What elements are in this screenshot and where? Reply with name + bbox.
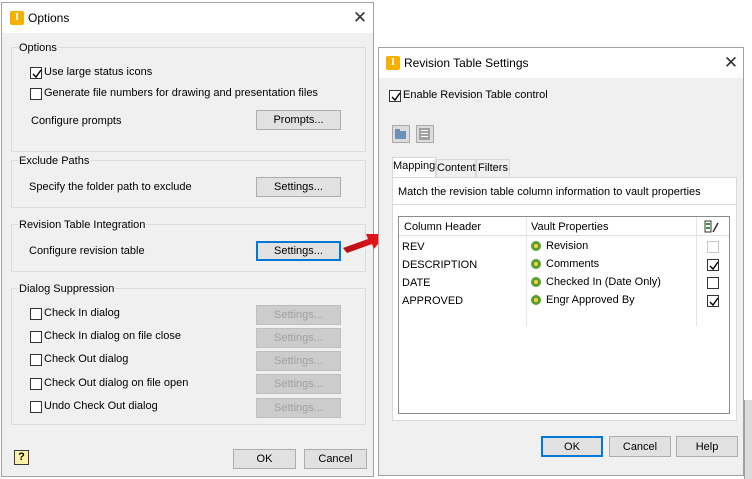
revision-integration-group-label: Revision Table Integration [18, 219, 147, 231]
vault-properties-heading[interactable]: Vault Properties [531, 221, 608, 233]
row-rev-property[interactable]: Revision [530, 240, 588, 252]
checkmark-icon [709, 297, 719, 307]
large-icons-checkbox[interactable] [30, 67, 42, 79]
row-rev-header[interactable]: REV [402, 241, 425, 253]
grid-col-divider-2 [696, 217, 697, 326]
revision-cancel-button[interactable]: Cancel [609, 436, 671, 457]
revision-integration-description: Configure revision table [29, 245, 145, 257]
grid-col-divider-1 [526, 217, 527, 326]
options-cancel-button[interactable]: Cancel [304, 449, 367, 469]
row-date-checkbox[interactable] [707, 277, 719, 289]
row-approved-header[interactable]: APPROVED [402, 295, 463, 307]
options-dialog: I Options ✕ Options Use large status ico… [1, 2, 374, 477]
edit-column-icon[interactable] [704, 219, 720, 234]
check-out-dialog-checkbox[interactable] [30, 354, 42, 366]
exclude-paths-group-label: Exclude Paths [18, 155, 91, 167]
check-in-close-settings-button[interactable]: Settings... [256, 328, 341, 348]
mappings-panel: Match the revision table column informat… [392, 177, 737, 421]
check-out-open-settings-button[interactable]: Settings... [256, 374, 341, 394]
vault-property-icon [531, 259, 541, 270]
row-approved-checkbox[interactable] [707, 295, 719, 307]
row-description-header[interactable]: DESCRIPTION [402, 259, 477, 271]
checkmark-icon [391, 92, 401, 102]
options-group [11, 47, 366, 152]
check-in-settings-button[interactable]: Settings... [256, 305, 341, 325]
file-numbers-label: Generate file numbers for drawing and pr… [44, 87, 318, 99]
revision-dialog-title: Revision Table Settings [404, 56, 529, 70]
column-header-heading[interactable]: Column Header [404, 221, 481, 233]
revision-table-settings-dialog: I Revision Table Settings ✕ Enable Revis… [378, 47, 744, 476]
mappings-grid: Column Header Vault Properties REV Revis… [398, 216, 730, 414]
dialog-suppression-group-label: Dialog Suppression [18, 283, 116, 295]
row-approved-property[interactable]: Engr Approved By [530, 294, 635, 306]
row-date-header[interactable]: DATE [402, 277, 431, 289]
row-rev-checkbox[interactable] [707, 241, 719, 253]
check-in-dialog-checkbox[interactable] [30, 308, 42, 320]
row-date-property-label: Checked In (Date Only) [546, 276, 661, 288]
revision-ok-button[interactable]: OK [541, 436, 603, 457]
options-group-label: Options [18, 42, 58, 54]
check-out-settings-button[interactable]: Settings... [256, 351, 341, 371]
tab-filters[interactable]: Filters [476, 159, 510, 177]
enable-revision-label: Enable Revision Table control [403, 89, 548, 101]
vault-property-icon [531, 277, 541, 288]
exclude-paths-description: Specify the folder path to exclude [29, 181, 192, 193]
check-out-dialog-label: Check Out dialog [44, 353, 129, 365]
check-out-open-label: Check Out dialog on file open [44, 377, 189, 389]
check-in-dialog-label: Check In dialog [44, 307, 120, 319]
vault-property-icon [531, 241, 541, 252]
undo-check-out-settings-button[interactable]: Settings... [256, 398, 341, 418]
row-rev-property-label: Revision [546, 240, 589, 252]
configure-prompts-label: Configure prompts [31, 115, 122, 127]
undo-check-out-label: Undo Check Out dialog [44, 400, 158, 412]
exclude-settings-button[interactable]: Settings... [256, 177, 341, 197]
undo-check-out-checkbox[interactable] [30, 401, 42, 413]
inventor-app-icon: I [386, 56, 400, 70]
row-date-property[interactable]: Checked In (Date Only) [530, 276, 661, 288]
row-description-property[interactable]: Comments [530, 258, 599, 270]
checkmark-icon [709, 261, 719, 271]
tab-mappings[interactable]: Mappings [392, 157, 441, 177]
inventor-app-icon: I [10, 11, 24, 25]
help-icon[interactable]: ? [14, 450, 29, 465]
revision-help-button[interactable]: Help [676, 436, 738, 457]
checkmark-icon [32, 69, 42, 79]
revision-close-icon[interactable]: ✕ [721, 53, 741, 73]
options-title-bar: I Options ✕ [2, 3, 373, 33]
row-description-property-label: Comments [546, 258, 600, 270]
check-in-close-label: Check In dialog on file close [44, 330, 181, 342]
options-ok-button[interactable]: OK [233, 449, 296, 469]
file-numbers-checkbox[interactable] [30, 88, 42, 100]
row-description-checkbox[interactable] [707, 259, 719, 271]
prompts-button[interactable]: Prompts... [256, 110, 341, 130]
revision-settings-button[interactable]: Settings... [256, 241, 341, 261]
table-settings-icon[interactable] [416, 125, 434, 143]
large-icons-label: Use large status icons [44, 66, 153, 78]
check-out-open-checkbox[interactable] [30, 378, 42, 390]
enable-revision-checkbox[interactable] [389, 90, 401, 102]
mappings-description: Match the revision table column informat… [398, 186, 701, 198]
tab-content[interactable]: Content [436, 159, 476, 177]
row-approved-property-label: Engr Approved By [546, 294, 635, 306]
options-title: Options [28, 11, 70, 25]
options-close-icon[interactable]: ✕ [350, 8, 370, 28]
vault-property-icon [531, 295, 541, 306]
open-folder-icon[interactable] [392, 125, 410, 143]
revision-title-bar: I Revision Table Settings ✕ [379, 48, 743, 78]
mappings-divider [393, 204, 736, 205]
check-in-close-checkbox[interactable] [30, 331, 42, 343]
background-window-edge [744, 400, 752, 479]
